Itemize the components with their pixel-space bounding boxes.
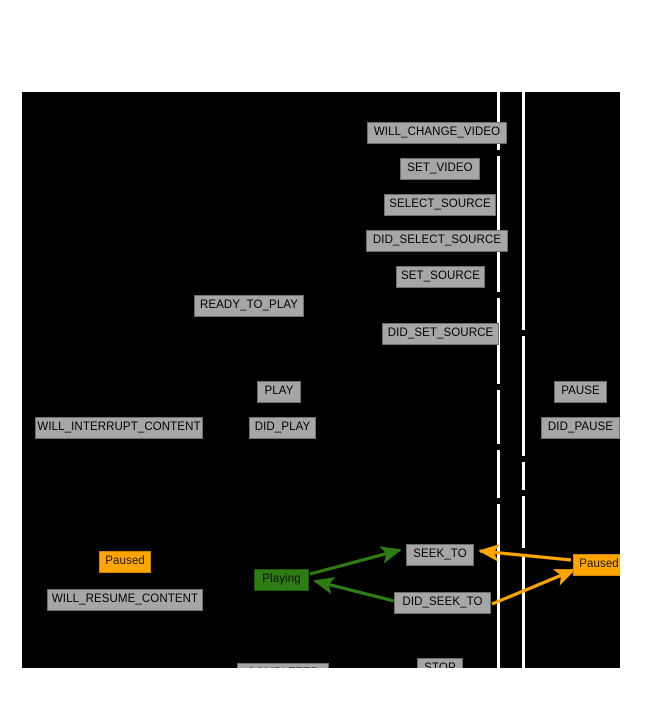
node-label: DID_PLAY [254, 421, 311, 434]
edge-did-seek-to-to-paused [491, 568, 576, 606]
node-pause[interactable]: PAUSE [554, 381, 607, 403]
node-label: SEEK_TO [413, 548, 467, 561]
node-label: SET_SOURCE [401, 270, 480, 283]
node-label: Paused [105, 555, 145, 568]
node-completed[interactable]: COMPLETED [237, 663, 329, 668]
node-will-resume-content[interactable]: WILL_RESUME_CONTENT [47, 589, 203, 611]
node-will-interrupt-content[interactable]: WILL_INTERRUPT_CONTENT [35, 417, 203, 439]
node-will-change-video[interactable]: WILL_CHANGE_VIDEO [367, 122, 507, 144]
node-seek-to[interactable]: SEEK_TO [406, 544, 474, 566]
edge-playing-to-seek-to [309, 546, 402, 576]
edge-paused-to-seek-to [478, 543, 572, 562]
edge-did-seek-to-to-playing [313, 577, 395, 603]
node-did-pause[interactable]: DID_PAUSE [541, 417, 620, 439]
node-did-seek-to[interactable]: DID_SEEK_TO [394, 592, 491, 614]
node-label: DID_PAUSE [547, 421, 614, 434]
node-label: WILL_INTERRUPT_CONTENT [37, 421, 201, 434]
node-playing[interactable]: Playing [254, 569, 309, 591]
node-label: STOP [424, 663, 456, 668]
node-did-set-source[interactable]: DID_SET_SOURCE [382, 323, 499, 345]
node-label: READY_TO_PLAY [199, 299, 299, 312]
diagram-canvas: WILL_CHANGE_VIDEO SET_VIDEO SELECT_SOURCE D… [22, 92, 620, 668]
node-label: PLAY [264, 385, 294, 398]
node-stop[interactable]: STOP [417, 658, 463, 668]
node-ready-to-play[interactable]: READY_TO_PLAY [194, 295, 304, 317]
node-label: SELECT_SOURCE [389, 198, 491, 211]
lane-divider-1 [497, 92, 500, 668]
node-label: WILL_RESUME_CONTENT [51, 593, 199, 606]
edge-layer [309, 543, 576, 606]
node-paused-left[interactable]: Paused [99, 551, 151, 573]
node-label: Paused [579, 558, 619, 571]
node-label: PAUSE [561, 385, 600, 398]
node-play[interactable]: PLAY [257, 381, 301, 403]
node-label: Playing [262, 573, 301, 586]
node-label: WILL_CHANGE_VIDEO [373, 126, 501, 139]
node-label: DID_SEEK_TO [402, 596, 483, 609]
node-set-source[interactable]: SET_SOURCE [396, 266, 485, 288]
node-paused-right[interactable]: Paused [573, 554, 620, 576]
node-label: SET_VIDEO [407, 162, 473, 175]
node-set-video[interactable]: SET_VIDEO [400, 158, 480, 180]
lane-divider-2 [522, 92, 525, 668]
node-did-play[interactable]: DID_PLAY [249, 417, 316, 439]
node-label: DID_SELECT_SOURCE [372, 234, 502, 247]
node-label: DID_SET_SOURCE [387, 327, 494, 340]
diagram-stage: WILL_CHANGE_VIDEO SET_VIDEO SELECT_SOURCE D… [0, 0, 650, 704]
node-select-source[interactable]: SELECT_SOURCE [384, 194, 496, 216]
node-did-select-source[interactable]: DID_SELECT_SOURCE [366, 230, 508, 252]
